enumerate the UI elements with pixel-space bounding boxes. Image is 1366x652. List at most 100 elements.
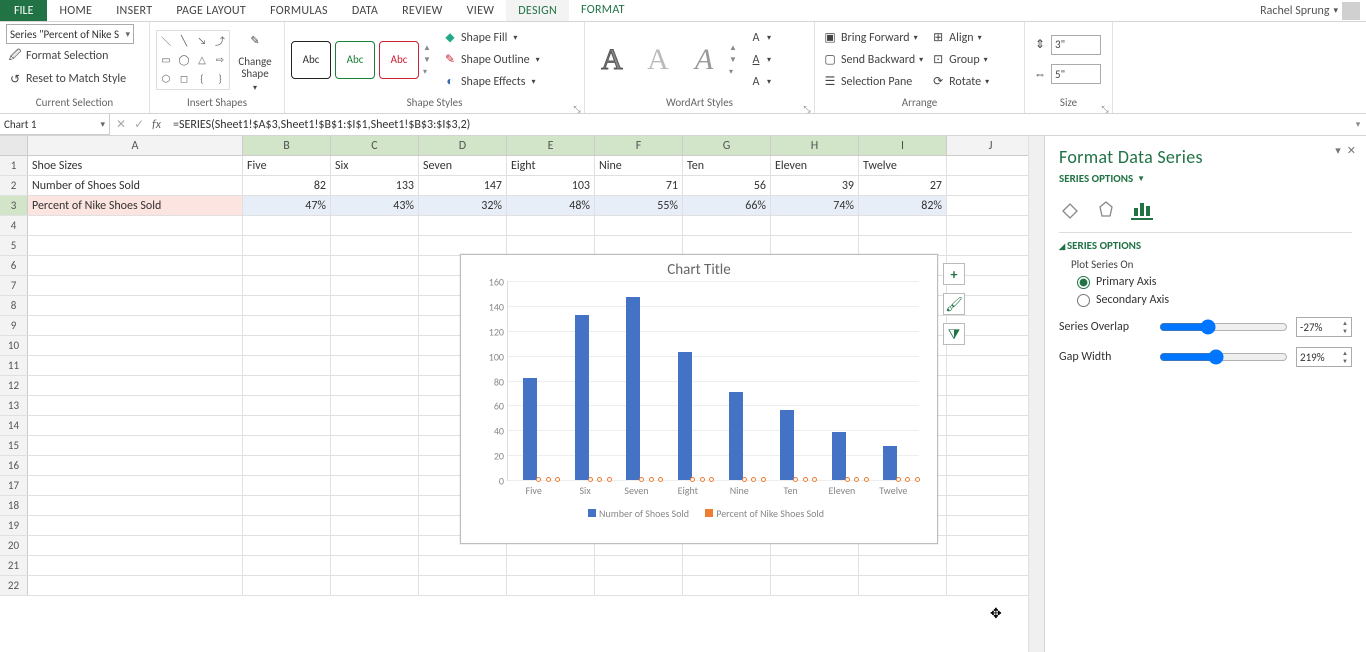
cell[interactable] [507,216,595,235]
dialog-launcher-icon[interactable]: ⤡ [802,102,812,112]
cell[interactable] [595,236,683,255]
column-header[interactable]: I [859,136,947,155]
fill-line-tab-icon[interactable] [1059,198,1081,220]
cell[interactable] [947,536,1035,555]
cell[interactable] [947,176,1035,195]
bar-series1[interactable] [883,446,897,480]
cell[interactable] [28,556,243,575]
vertical-scrollbar[interactable] [1028,136,1044,652]
bring-forward-button[interactable]: ▣Bring Forward▾ [821,27,925,49]
row-header[interactable]: 7 [0,276,28,295]
expand-formula-bar[interactable]: ▾ [1350,114,1366,135]
bar-series1[interactable] [626,297,640,480]
tab-view[interactable]: VIEW [455,0,507,21]
cell[interactable] [28,416,243,435]
wordart-style-3[interactable]: A [683,37,725,83]
cell[interactable] [947,396,1035,415]
row-header[interactable]: 19 [0,516,28,535]
cell[interactable] [243,356,331,375]
cell[interactable] [419,216,507,235]
cell[interactable] [243,296,331,315]
tab-format[interactable]: FORMAT [569,0,637,21]
cell[interactable] [947,436,1035,455]
cell[interactable]: 82% [859,196,947,215]
tab-home[interactable]: HOME [47,0,104,21]
reset-to-match-style-button[interactable]: ↺ Reset to Match Style [6,68,143,90]
cell[interactable]: 32% [419,196,507,215]
shape-width-input[interactable]: 5" [1051,64,1101,84]
bar-series1[interactable] [678,352,692,480]
cell[interactable] [331,416,419,435]
cell[interactable] [947,196,1035,215]
series-options-tab-icon[interactable] [1131,198,1153,220]
rotate-button[interactable]: ⟳Rotate▾ [929,71,991,93]
cell[interactable] [243,416,331,435]
cell[interactable] [595,576,683,595]
cell[interactable]: 66% [683,196,771,215]
cell[interactable]: Nine [595,156,683,175]
cell[interactable] [419,556,507,575]
shape-style-1[interactable]: Abc [291,41,331,79]
row-header[interactable]: 9 [0,316,28,335]
cell[interactable] [947,576,1035,595]
cell[interactable] [28,336,243,355]
file-tab[interactable]: FILE [0,0,47,21]
cell[interactable] [859,236,947,255]
cell[interactable] [243,576,331,595]
series-overlap-input[interactable]: -27%▲▼ [1296,317,1352,337]
tab-insert[interactable]: INSERT [104,0,164,21]
effects-tab-icon[interactable] [1095,198,1117,220]
row-header[interactable]: 12 [0,376,28,395]
primary-axis-radio[interactable]: Primary Axis [1077,275,1352,289]
cell[interactable] [947,416,1035,435]
insert-function-icon[interactable]: fx [152,118,161,132]
cell[interactable] [28,456,243,475]
cell[interactable] [243,496,331,515]
cell[interactable] [331,516,419,535]
cell[interactable] [243,216,331,235]
gap-width-input[interactable]: 219%▲▼ [1296,347,1352,367]
shape-style-2[interactable]: Abc [335,41,375,79]
cell[interactable] [947,356,1035,375]
column-header[interactable]: B [243,136,331,155]
cell[interactable]: 55% [595,196,683,215]
row-header[interactable]: 4 [0,216,28,235]
group-objects-button[interactable]: ⊡Group▾ [929,49,991,71]
row-header[interactable]: 2 [0,176,28,195]
cell[interactable] [419,236,507,255]
cell[interactable] [947,516,1035,535]
cell[interactable] [243,396,331,415]
cell[interactable] [28,356,243,375]
column-header[interactable]: A [28,136,243,155]
cell[interactable] [859,556,947,575]
cell[interactable]: Five [243,156,331,175]
chart-filters-button[interactable]: ⧩ [943,323,965,345]
row-header[interactable]: 6 [0,256,28,275]
cell[interactable] [331,316,419,335]
cell[interactable] [331,256,419,275]
row-header[interactable]: 3 [0,196,28,215]
cell[interactable] [947,456,1035,475]
column-header[interactable]: J [947,136,1035,155]
series-options-link[interactable]: SERIES OPTIONS ▼ [1059,172,1145,185]
row-header[interactable]: 5 [0,236,28,255]
cell[interactable]: Ten [683,156,771,175]
cell[interactable] [331,376,419,395]
cell[interactable] [683,556,771,575]
cell[interactable] [28,276,243,295]
series-options-section[interactable]: SERIES OPTIONS [1059,239,1352,252]
cell[interactable] [331,496,419,515]
selection-pane-button[interactable]: ☰Selection Pane [821,71,925,93]
shape-fill-button[interactable]: ◆Shape Fill▾ [441,27,542,49]
cell[interactable] [243,516,331,535]
cell[interactable] [595,556,683,575]
chart-plot-area[interactable]: 020406080100120140160 Five Six Seven Eig… [507,281,919,481]
cell[interactable]: Twelve [859,156,947,175]
cell[interactable] [683,236,771,255]
cell[interactable] [243,316,331,335]
send-backward-button[interactable]: ▢Send Backward▾ [821,49,925,71]
tab-page-layout[interactable]: PAGE LAYOUT [164,0,258,21]
cell[interactable] [243,436,331,455]
cell[interactable] [947,476,1035,495]
cell[interactable]: 48% [507,196,595,215]
